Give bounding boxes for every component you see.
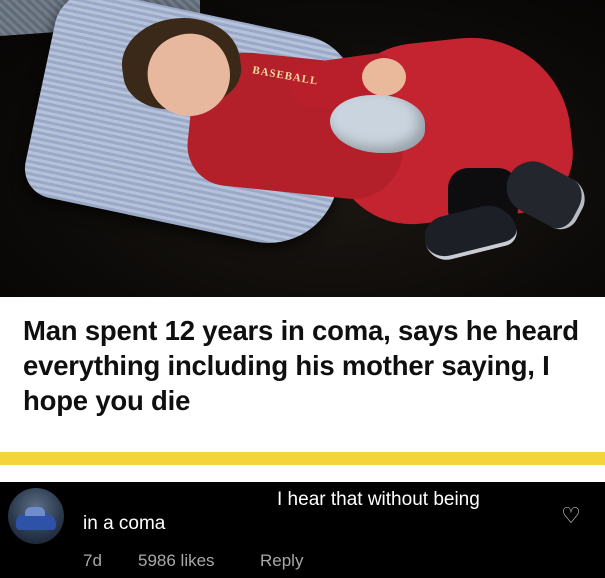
highlight-bar [0,452,605,465]
avatar[interactable] [8,488,64,544]
likes-count[interactable]: 5986 likes [138,551,215,571]
comment-text-line-1: I hear that without being [277,489,480,510]
reply-button[interactable]: Reply [260,551,303,571]
comment-time: 7d [83,551,102,570]
comment-text-line-2: in a coma [83,513,166,534]
news-photo: BASEBALL [0,0,605,297]
heart-icon[interactable]: ♡ [559,505,583,527]
comment-item: I hear that without being in a coma ♡ 7d… [0,482,605,578]
car-icon [16,507,56,530]
headline-card: Man spent 12 years in coma, says he hear… [0,297,605,482]
hand [362,58,406,96]
headline-text: Man spent 12 years in coma, says he hear… [23,315,579,416]
